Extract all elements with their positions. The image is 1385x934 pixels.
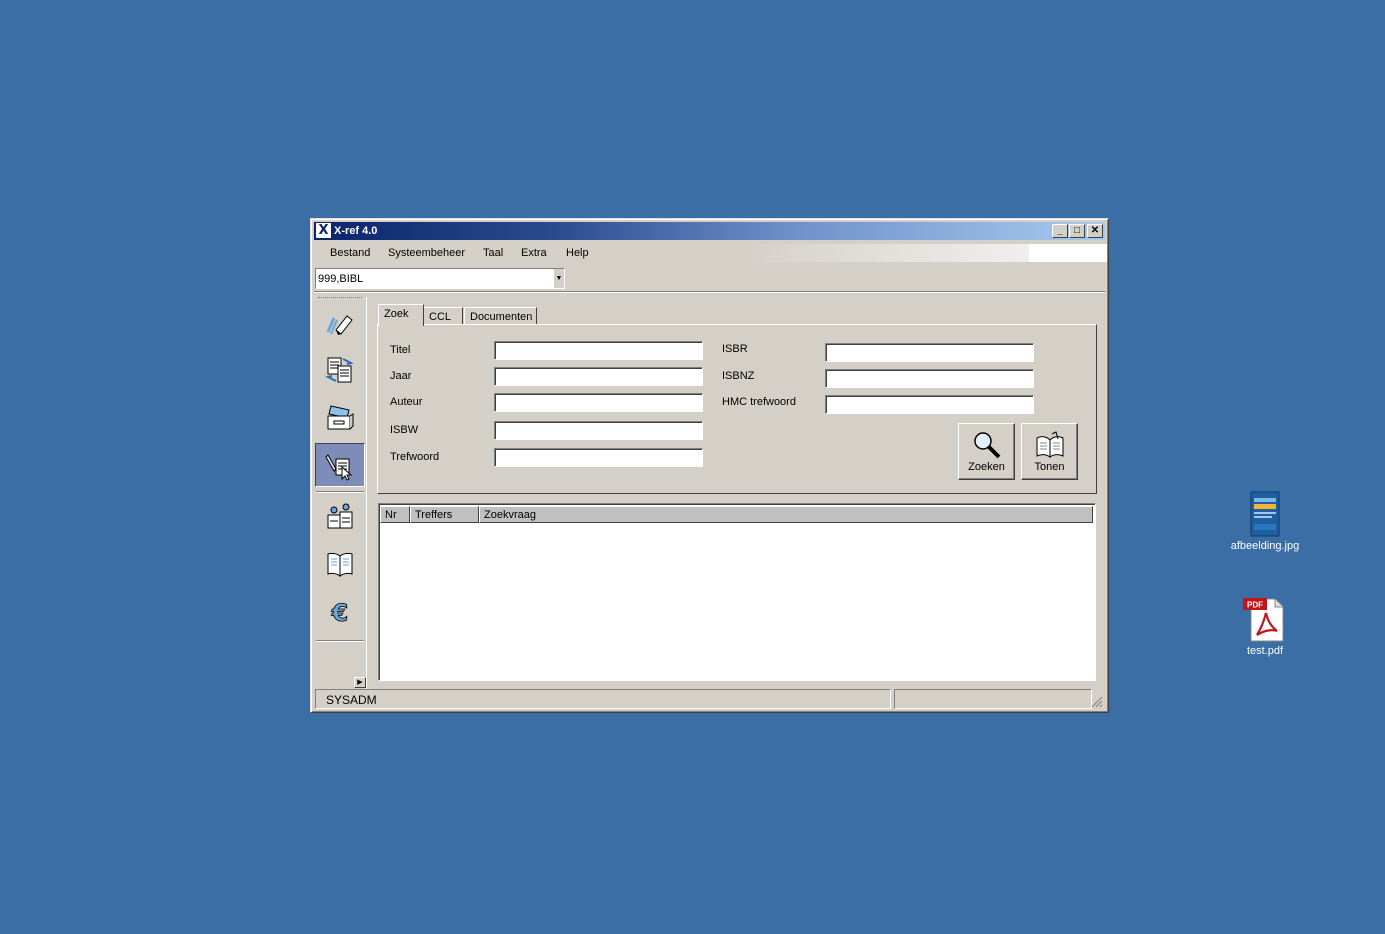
desktop-icon-afbeelding[interactable]: afbeelding.jpg — [1220, 490, 1310, 552]
database-select[interactable]: 999,BIBL ▼ — [315, 268, 565, 289]
menu-extra[interactable]: Extra — [521, 247, 547, 259]
zoeken-label: Zoeken — [968, 461, 1005, 473]
toolbar-scroll-arrow[interactable]: ▶ — [354, 677, 366, 688]
label-isbr: ISBR — [722, 343, 748, 355]
magnifier-icon — [973, 432, 1000, 459]
tool-button-documents[interactable] — [315, 348, 365, 392]
label-titel: Titel — [390, 344, 411, 356]
pdf-file-icon: PDF — [1243, 598, 1284, 642]
app-window: X X-ref 4.0 _ □ ✕ Bestand Systeembeheer … — [310, 218, 1109, 713]
menu-bar: Bestand Systeembeheer Taal Extra Help — [314, 242, 1107, 264]
column-header-zoekvraag[interactable]: Zoekvraag — [479, 506, 1093, 523]
tool-button-edit[interactable] — [315, 301, 365, 345]
auteur-input[interactable] — [494, 393, 703, 412]
side-toolbar: € ▶ — [314, 295, 366, 689]
minimize-button[interactable]: _ — [1052, 224, 1068, 238]
label-trefwoord: Trefwoord — [390, 451, 440, 463]
tool-button-catalog[interactable] — [315, 542, 365, 586]
image-file-icon — [1250, 491, 1280, 537]
card-drawer-icon — [327, 405, 354, 430]
open-book-icon — [1036, 431, 1063, 458]
isbw-input[interactable] — [494, 421, 703, 440]
column-header-nr[interactable]: Nr — [380, 506, 410, 523]
label-isbw: ISBW — [390, 424, 419, 436]
isbr-input[interactable] — [825, 343, 1034, 362]
open-book-icon — [327, 552, 353, 577]
column-header-treffers[interactable]: Treffers — [410, 506, 479, 523]
menu-taal[interactable]: Taal — [483, 247, 503, 259]
status-user: SYSADM — [326, 693, 377, 707]
svg-text:PDF: PDF — [1247, 601, 1263, 610]
toolbar-separator — [316, 491, 364, 493]
status-panel-user: SYSADM — [315, 689, 891, 709]
results-table[interactable]: Nr Treffers Zoekvraag — [378, 503, 1096, 681]
svg-text:€: € — [331, 599, 349, 627]
tool-button-search[interactable] — [315, 443, 365, 487]
tonen-button[interactable]: Tonen — [1021, 423, 1078, 480]
app-icon: X — [316, 223, 331, 238]
menu-bestand[interactable]: Bestand — [330, 247, 370, 259]
label-jaar: Jaar — [390, 370, 412, 382]
label-isbnz: ISBNZ — [722, 370, 755, 382]
search-panel: Titel Jaar Auteur ISBW Trefwoord ISBR IS… — [377, 324, 1097, 494]
isbnz-input[interactable] — [825, 369, 1034, 388]
pencil-eraser-icon — [326, 315, 353, 335]
close-button[interactable]: ✕ — [1087, 224, 1103, 238]
titel-input[interactable] — [494, 341, 703, 360]
euro-icon: € — [330, 599, 349, 627]
chevron-down-icon[interactable]: ▼ — [554, 269, 564, 288]
tab-documenten[interactable]: Documenten — [464, 307, 537, 325]
divider — [314, 291, 1105, 293]
menu-systeembeheer[interactable]: Systeembeheer — [388, 247, 465, 259]
maximize-button[interactable]: □ — [1069, 224, 1085, 238]
tool-button-cards[interactable] — [315, 395, 365, 439]
desktop-icon-label: test.pdf — [1246, 645, 1284, 657]
status-bar: SYSADM — [314, 688, 1105, 710]
status-panel-info — [894, 689, 1092, 709]
tab-ccl[interactable]: CCL — [423, 307, 463, 325]
label-hmc-trefwoord: HMC trefwoord — [722, 396, 796, 408]
menu-help[interactable]: Help — [566, 247, 589, 259]
documents-exchange-icon — [325, 357, 354, 383]
label-auteur: Auteur — [390, 396, 423, 408]
search-pen-document-icon — [325, 454, 353, 481]
zoeken-button[interactable]: Zoeken — [958, 423, 1015, 480]
tool-button-finance[interactable]: € — [315, 590, 365, 634]
toolbar-separator — [316, 640, 364, 642]
tool-button-users[interactable] — [315, 494, 365, 538]
trefwoord-input[interactable] — [494, 448, 703, 467]
desktop-icon-label: afbeelding.jpg — [1230, 540, 1300, 552]
toolbar-grip[interactable] — [318, 297, 362, 300]
jaar-input[interactable] — [494, 367, 703, 386]
tab-zoek[interactable]: Zoek — [378, 304, 424, 326]
hmc-trefwoord-input[interactable] — [825, 395, 1034, 414]
window-title: X-ref 4.0 — [334, 225, 378, 237]
people-building-icon — [327, 503, 353, 529]
tonen-label: Tonen — [1034, 461, 1065, 473]
resize-grip-icon[interactable] — [1091, 696, 1103, 708]
database-select-value: 999,BIBL — [318, 273, 364, 285]
desktop-icon-test-pdf[interactable]: PDF test.pdf — [1220, 595, 1310, 657]
title-bar[interactable]: X X-ref 4.0 _ □ ✕ — [314, 222, 1105, 240]
